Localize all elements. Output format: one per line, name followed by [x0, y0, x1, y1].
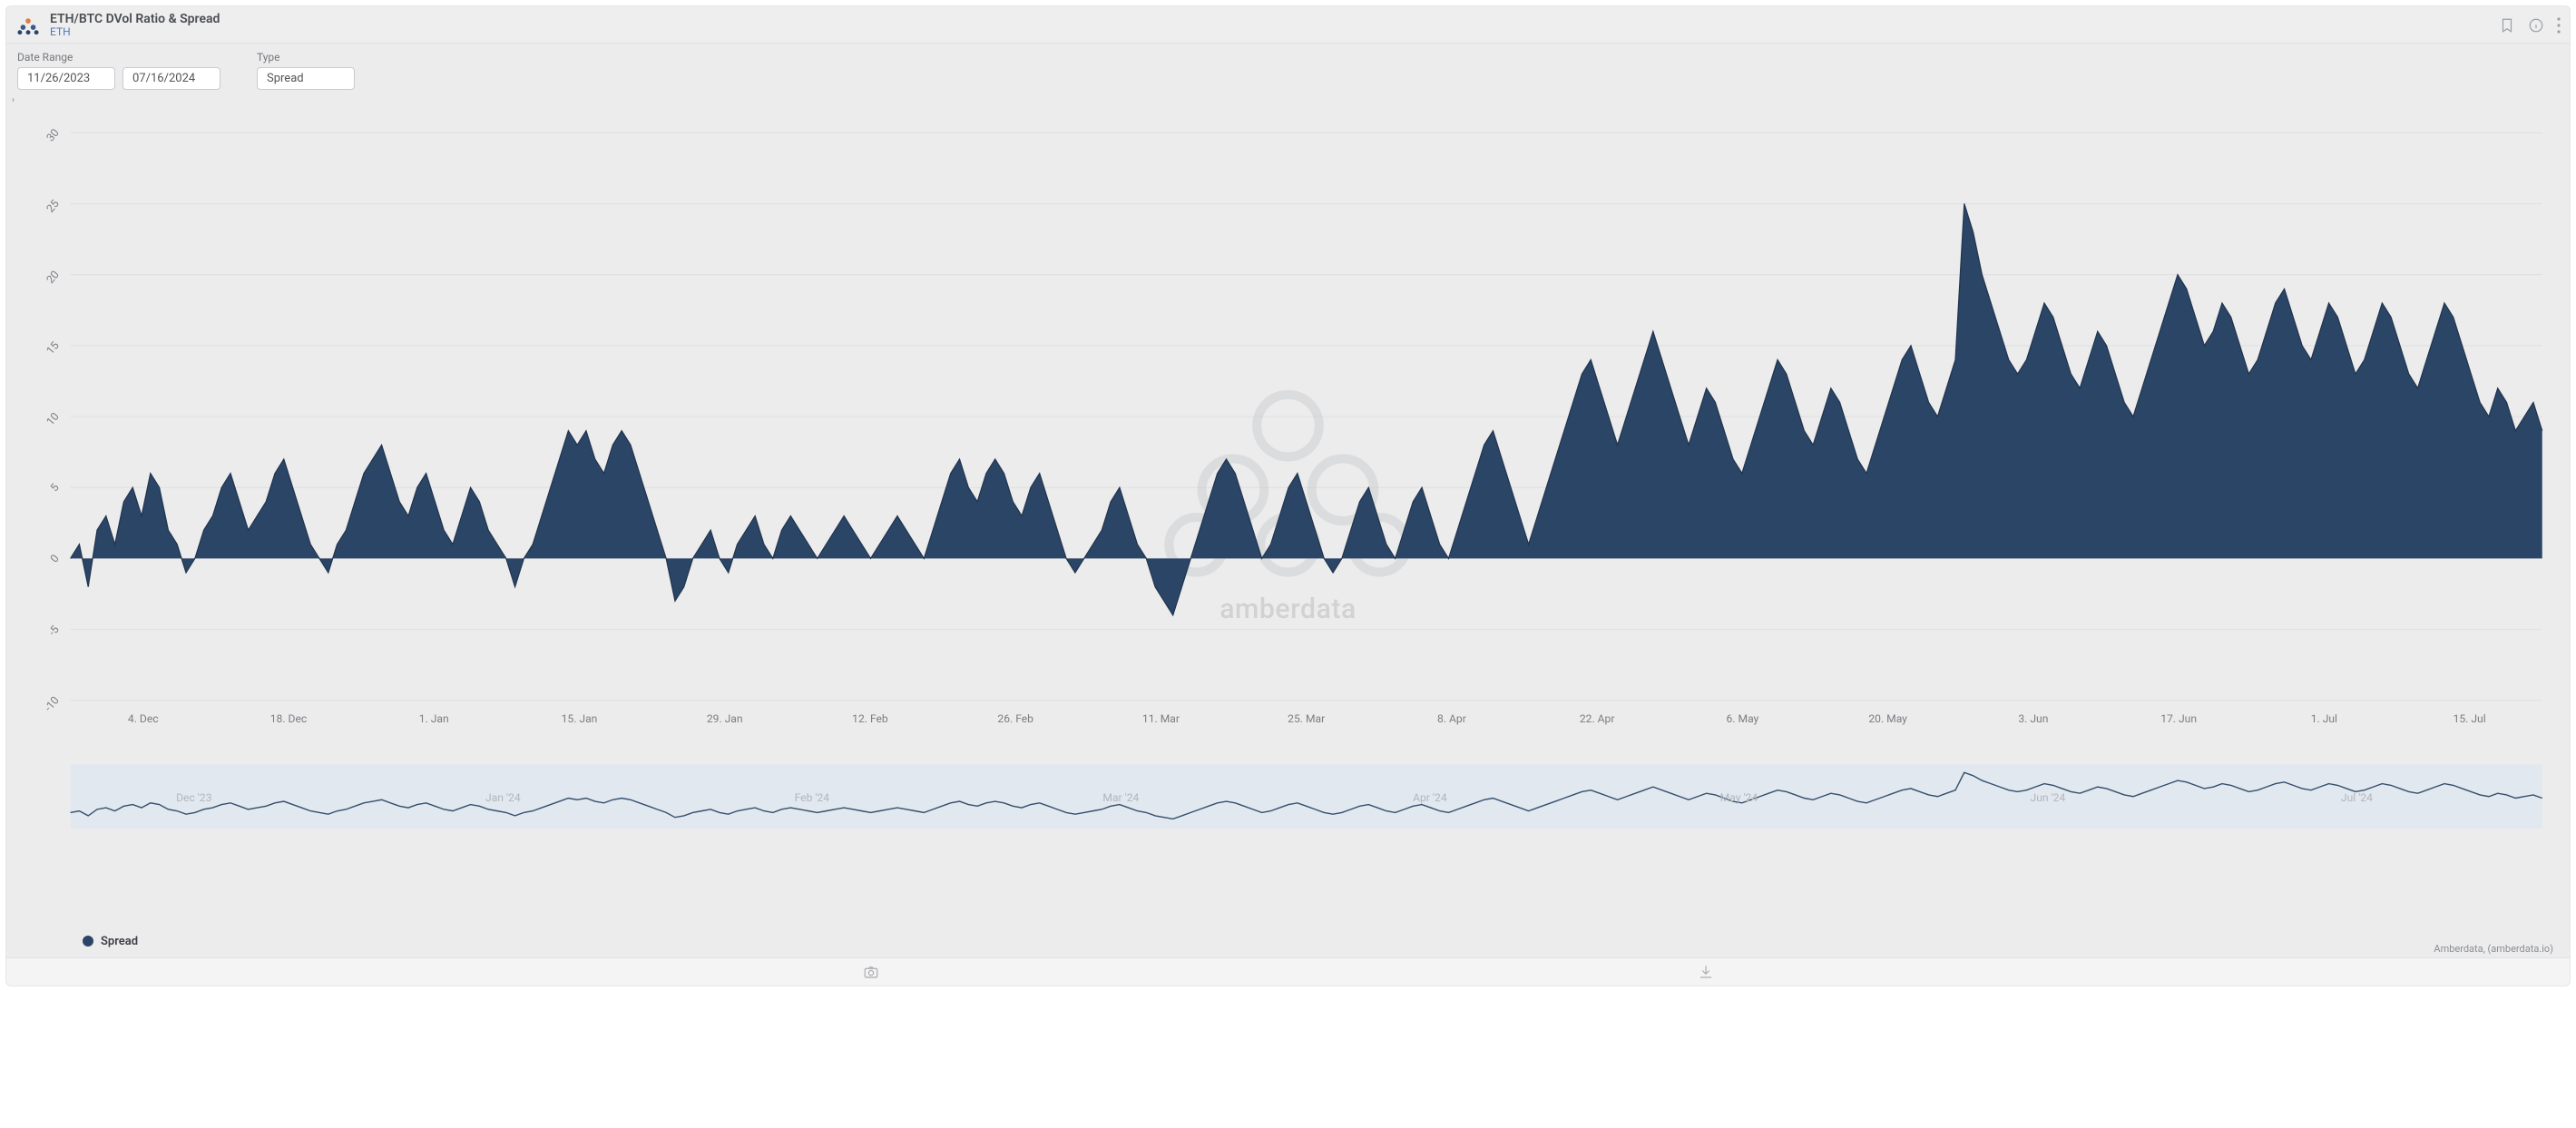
- svg-text:29. Jan: 29. Jan: [707, 712, 743, 725]
- svg-text:15: 15: [44, 339, 62, 358]
- svg-text:1. Jul: 1. Jul: [2311, 712, 2337, 725]
- svg-text:11. Mar: 11. Mar: [1142, 712, 1180, 725]
- chart-card: ETH/BTC DVol Ratio & Spread ETH Date Ran…: [5, 5, 2571, 986]
- svg-text:18. Dec: 18. Dec: [270, 712, 307, 725]
- bookmark-icon[interactable]: [2499, 17, 2515, 34]
- svg-text:Feb '24: Feb '24: [795, 791, 830, 804]
- type-select[interactable]: Spread: [257, 67, 355, 90]
- legend-color-icon: [83, 936, 93, 947]
- svg-text:Jan '24: Jan '24: [485, 791, 521, 804]
- svg-text:-5: -5: [46, 623, 62, 638]
- svg-text:15. Jul: 15. Jul: [2454, 712, 2486, 725]
- amberdata-logo-icon: [15, 15, 41, 35]
- info-icon[interactable]: [2528, 17, 2544, 34]
- svg-text:3. Jun: 3. Jun: [2018, 712, 2048, 725]
- svg-text:Apr '24: Apr '24: [1413, 791, 1447, 804]
- svg-text:26. Feb: 26. Feb: [997, 712, 1033, 725]
- svg-text:6. May: 6. May: [1727, 712, 1759, 725]
- card-title: ETH/BTC DVol Ratio & Spread: [50, 12, 220, 26]
- controls-row: Date Range 11/26/2023 07/16/2024 Type Sp…: [6, 44, 2570, 93]
- card-header: ETH/BTC DVol Ratio & Spread ETH: [6, 6, 2570, 44]
- svg-text:25. Mar: 25. Mar: [1288, 712, 1325, 725]
- download-icon[interactable]: [1697, 964, 1715, 980]
- svg-text:15. Jan: 15. Jan: [562, 712, 598, 725]
- chart-area[interactable]: amberdata -10 -5 0 5 10 15 20 25 30 4. Dec 18. De…: [6, 105, 2570, 929]
- date-end-input[interactable]: 07/16/2024: [122, 67, 220, 90]
- svg-text:Jun '24: Jun '24: [2031, 791, 2066, 804]
- svg-text:10: 10: [44, 410, 62, 428]
- svg-text:4. Dec: 4. Dec: [128, 712, 159, 725]
- legend-label: Spread: [101, 935, 138, 948]
- svg-text:22. Apr: 22. Apr: [1580, 712, 1615, 725]
- svg-text:0: 0: [48, 552, 62, 564]
- svg-text:20. May: 20. May: [1868, 712, 1907, 725]
- svg-text:8. Apr: 8. Apr: [1437, 712, 1466, 725]
- more-vert-icon[interactable]: [2557, 17, 2561, 34]
- type-label: Type: [257, 51, 355, 64]
- watermark-text: amberdata: [1219, 593, 1357, 625]
- legend: Spread: [6, 929, 2570, 957]
- svg-text:20: 20: [44, 268, 62, 286]
- expand-chevron-icon[interactable]: ›: [6, 93, 2570, 105]
- svg-text:Mar '24: Mar '24: [1102, 791, 1139, 804]
- svg-text:5: 5: [48, 481, 62, 494]
- svg-text:1. Jan: 1. Jan: [419, 712, 449, 725]
- svg-text:17. Jun: 17. Jun: [2160, 712, 2197, 725]
- date-start-input[interactable]: 11/26/2023: [17, 67, 115, 90]
- svg-text:Dec '23: Dec '23: [176, 791, 212, 804]
- svg-text:-10: -10: [42, 693, 62, 713]
- card-footer: [6, 957, 2570, 986]
- svg-text:12. Feb: 12. Feb: [852, 712, 888, 725]
- svg-text:25: 25: [44, 197, 62, 215]
- card-subtitle: ETH: [50, 26, 220, 39]
- camera-icon[interactable]: [862, 964, 880, 980]
- svg-text:Jul '24: Jul '24: [2341, 791, 2373, 804]
- date-range-label: Date Range: [17, 51, 220, 64]
- svg-text:30: 30: [44, 126, 62, 144]
- credit-text: Amberdata, (amberdata.io): [2434, 943, 2553, 955]
- svg-text:May '24: May '24: [1720, 791, 1758, 804]
